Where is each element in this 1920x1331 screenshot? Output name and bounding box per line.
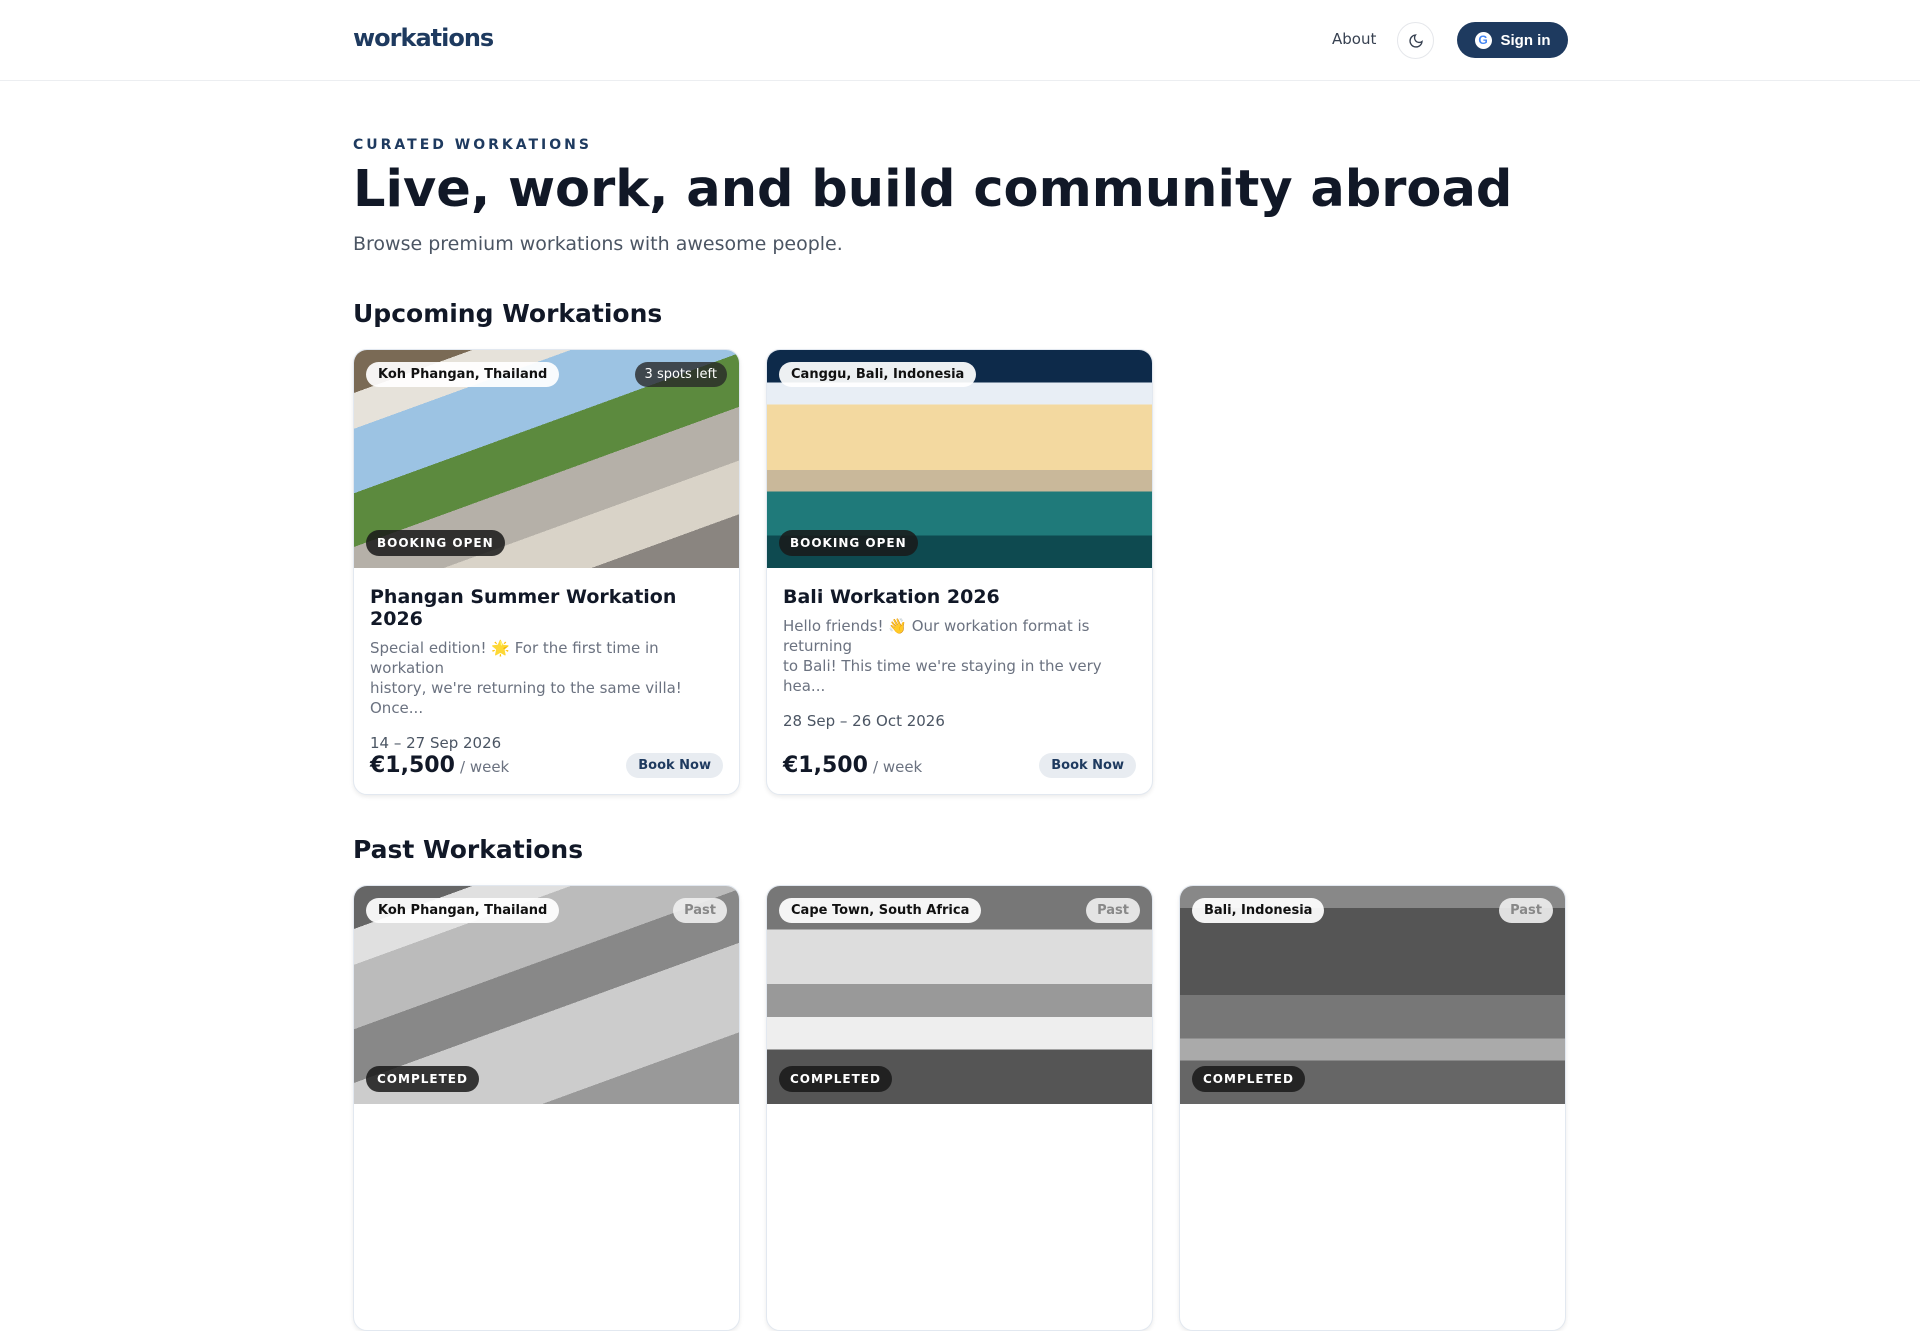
- past-heading: Past Workations: [353, 835, 584, 864]
- location-badge: Cape Town, South Africa: [779, 898, 982, 923]
- about-link[interactable]: About: [1332, 30, 1376, 48]
- card-dates: 14 – 27 Sep 2026: [370, 734, 502, 752]
- card-description: to Bali! This time we're staying in the …: [783, 657, 1102, 695]
- spots-badge: 3 spots left: [634, 362, 727, 387]
- theme-toggle-button[interactable]: [1397, 22, 1434, 59]
- past-list: Koh Phangan, Thailand Past COMPLETED Cap…: [353, 885, 1567, 1331]
- price-unit: / week: [460, 758, 510, 776]
- past-workation-card[interactable]: Bali, Indonesia Past COMPLETED: [1179, 885, 1566, 1331]
- card-description: Special edition! 🌟 For the first time in…: [370, 639, 659, 677]
- workation-card[interactable]: Canggu, Bali, Indonesia BOOKING OPEN Bal…: [766, 349, 1153, 795]
- workation-card[interactable]: Koh Phangan, Thailand 3 spots left BOOKI…: [353, 349, 740, 795]
- status-badge: COMPLETED: [366, 1066, 479, 1092]
- sign-in-button[interactable]: G Sign in: [1457, 22, 1568, 58]
- past-workation-card[interactable]: Koh Phangan, Thailand Past COMPLETED: [353, 885, 740, 1331]
- page-subtitle: Browse premium workations with awesome p…: [353, 233, 843, 255]
- google-icon: G: [1474, 31, 1492, 49]
- past-workation-card[interactable]: Cape Town, South Africa Past COMPLETED: [766, 885, 1153, 1331]
- logo[interactable]: workations: [353, 24, 494, 52]
- book-now-button[interactable]: Book Now: [1039, 753, 1136, 778]
- location-badge: Canggu, Bali, Indonesia: [779, 362, 977, 387]
- book-now-button[interactable]: Book Now: [626, 753, 723, 778]
- eyebrow: CURATED WORKATIONS: [353, 137, 592, 153]
- location-badge: Koh Phangan, Thailand: [366, 898, 560, 923]
- card-description: Hello friends! 👋 Our workation format is…: [783, 617, 1090, 655]
- location-badge: Bali, Indonesia: [1192, 898, 1325, 923]
- status-badge: COMPLETED: [1192, 1066, 1305, 1092]
- card-image: Koh Phangan, Thailand Past COMPLETED: [354, 886, 739, 1104]
- card-title: Phangan Summer Workation 2026: [370, 586, 677, 630]
- upcoming-list: Koh Phangan, Thailand 3 spots left BOOKI…: [353, 349, 1567, 795]
- card-image: Cape Town, South Africa Past COMPLETED: [767, 886, 1152, 1104]
- card-price: €1,500: [783, 753, 868, 778]
- card-image: Canggu, Bali, Indonesia BOOKING OPEN: [767, 350, 1152, 568]
- sign-in-label: Sign in: [1500, 31, 1551, 49]
- upcoming-heading: Upcoming Workations: [353, 299, 663, 328]
- top-nav: workations About G Sign in: [0, 0, 1920, 81]
- price-unit: / week: [873, 758, 923, 776]
- card-description: history, we're returning to the same vil…: [370, 679, 682, 717]
- card-dates: 28 Sep – 26 Oct 2026: [783, 712, 945, 730]
- card-image: Koh Phangan, Thailand 3 spots left BOOKI…: [354, 350, 739, 568]
- card-price: €1,500: [370, 753, 455, 778]
- past-badge: Past: [1499, 898, 1553, 923]
- status-badge: BOOKING OPEN: [779, 530, 918, 556]
- status-badge: COMPLETED: [779, 1066, 892, 1092]
- past-badge: Past: [673, 898, 727, 923]
- status-badge: BOOKING OPEN: [366, 530, 505, 556]
- card-image: Bali, Indonesia Past COMPLETED: [1180, 886, 1565, 1104]
- past-badge: Past: [1086, 898, 1140, 923]
- moon-icon: [1408, 33, 1423, 48]
- card-title: Bali Workation 2026: [783, 586, 1000, 608]
- location-badge: Koh Phangan, Thailand: [366, 362, 560, 387]
- page-title: Live, work, and build community abroad: [353, 160, 1513, 219]
